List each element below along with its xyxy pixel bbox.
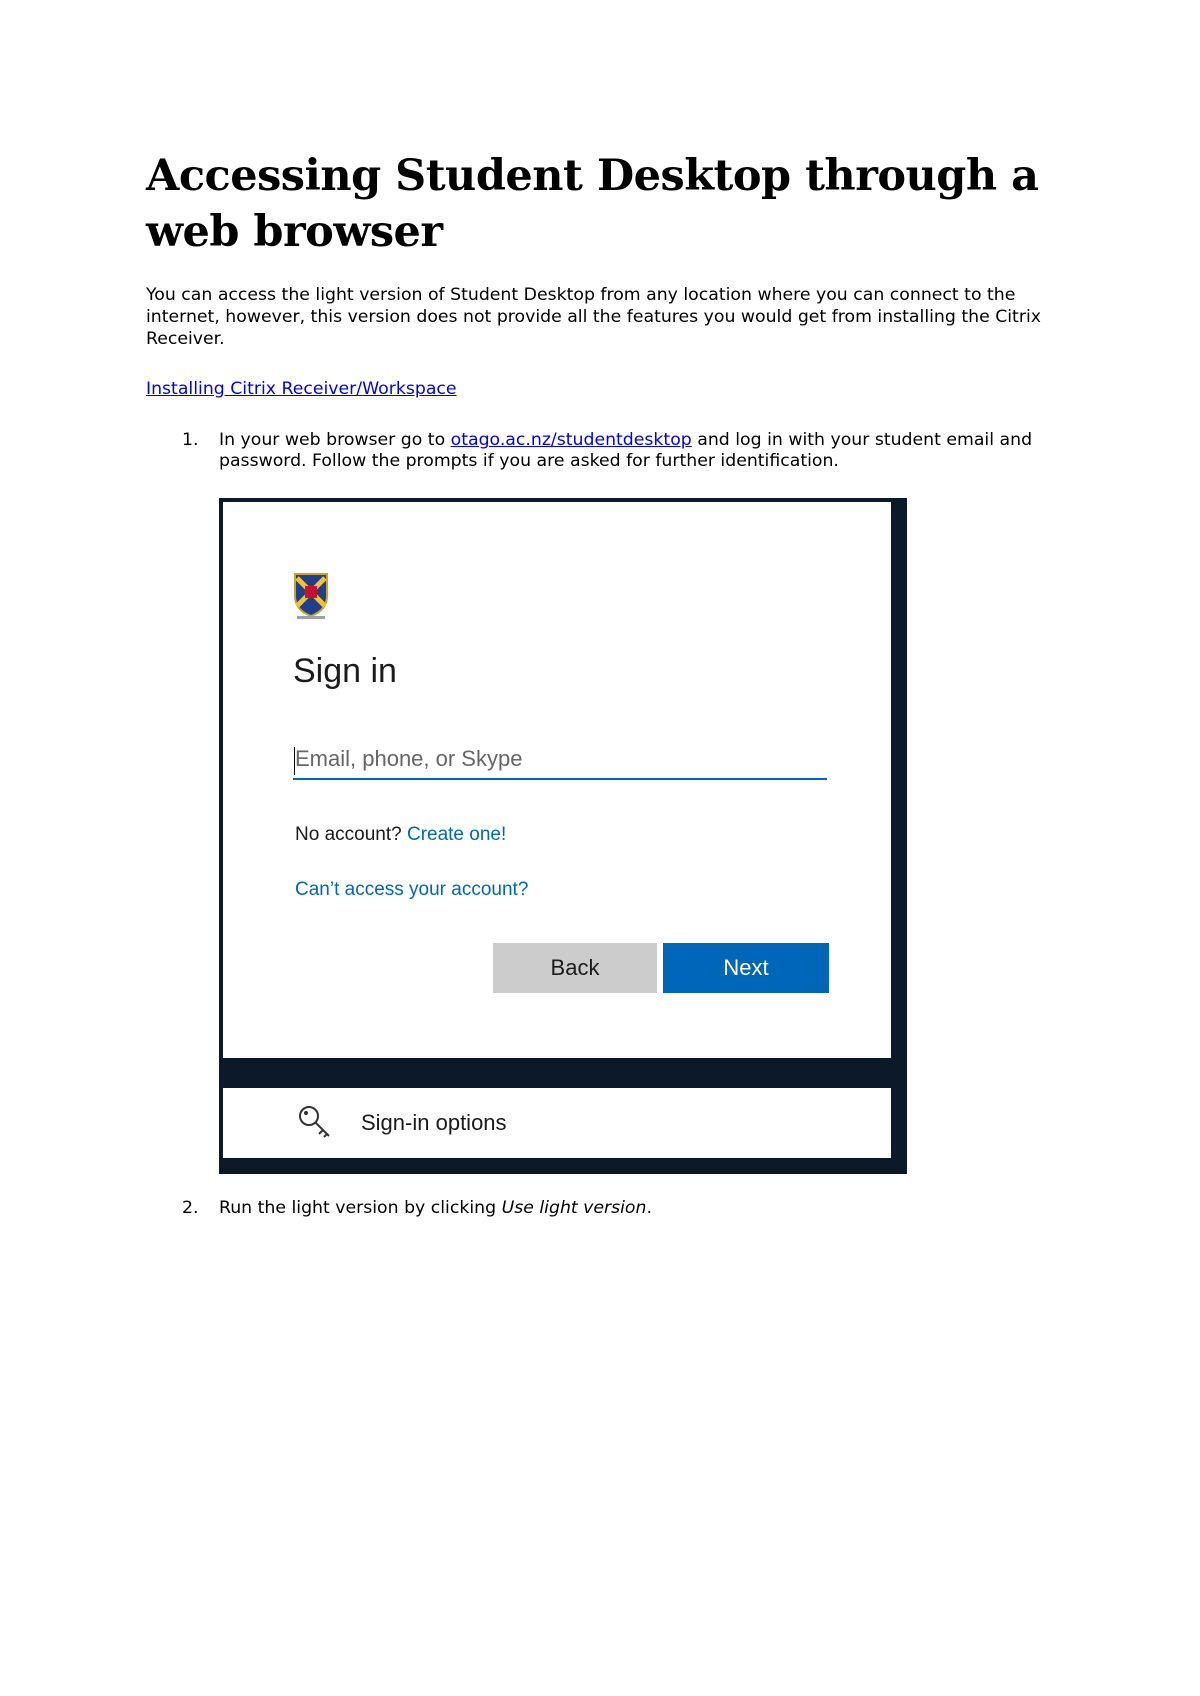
text-cursor: [294, 747, 295, 775]
step-number: 1.: [182, 430, 199, 450]
light-version-emphasis: Use light version: [501, 1198, 647, 1218]
signin-screenshot: Sign in No account? Create one! Can’t ac…: [219, 498, 907, 1174]
step-text-before: Run the light version by clicking: [219, 1198, 502, 1218]
signin-card: Sign in No account? Create one! Can’t ac…: [223, 502, 891, 1058]
next-button[interactable]: Next: [663, 943, 829, 993]
university-crest-icon: [294, 573, 328, 619]
intro-paragraph: You can access the light version of Stud…: [146, 285, 1041, 349]
install-citrix-link[interactable]: Installing Citrix Receiver/Workspace: [146, 379, 457, 399]
step-1: 1. In your web browser go to otago.ac.nz…: [146, 430, 1066, 472]
no-account-text: No account?: [295, 824, 407, 845]
cant-access-link[interactable]: Can’t access your account?: [295, 879, 528, 900]
cant-access-line: Can’t access your account?: [295, 879, 528, 901]
step-text: In your web browser go to otago.ac.nz/st…: [219, 430, 1066, 472]
frame-edge: [891, 498, 907, 1174]
signin-options-button[interactable]: Sign-in options: [223, 1088, 891, 1158]
step-text: Run the light version by clicking Use li…: [219, 1198, 1066, 1219]
student-desktop-link[interactable]: otago.ac.nz/studentdesktop: [451, 430, 692, 450]
create-account-link[interactable]: Create one!: [407, 824, 506, 845]
key-icon: [299, 1106, 330, 1138]
step-2: 2. Run the light version by clicking Use…: [146, 1198, 1066, 1219]
no-account-line: No account? Create one!: [295, 824, 506, 846]
install-link-line: Installing Citrix Receiver/Workspace: [146, 378, 457, 400]
signin-options-label: Sign-in options: [361, 1110, 507, 1135]
back-button[interactable]: Back: [493, 943, 657, 993]
page-title: Accessing Student Desktop through a web …: [146, 151, 1039, 257]
step-text-after: .: [646, 1198, 652, 1218]
email-field[interactable]: [293, 740, 827, 780]
signin-title: Sign in: [293, 652, 397, 690]
step-number: 2.: [182, 1198, 199, 1218]
step-text-before: In your web browser go to: [219, 430, 451, 450]
